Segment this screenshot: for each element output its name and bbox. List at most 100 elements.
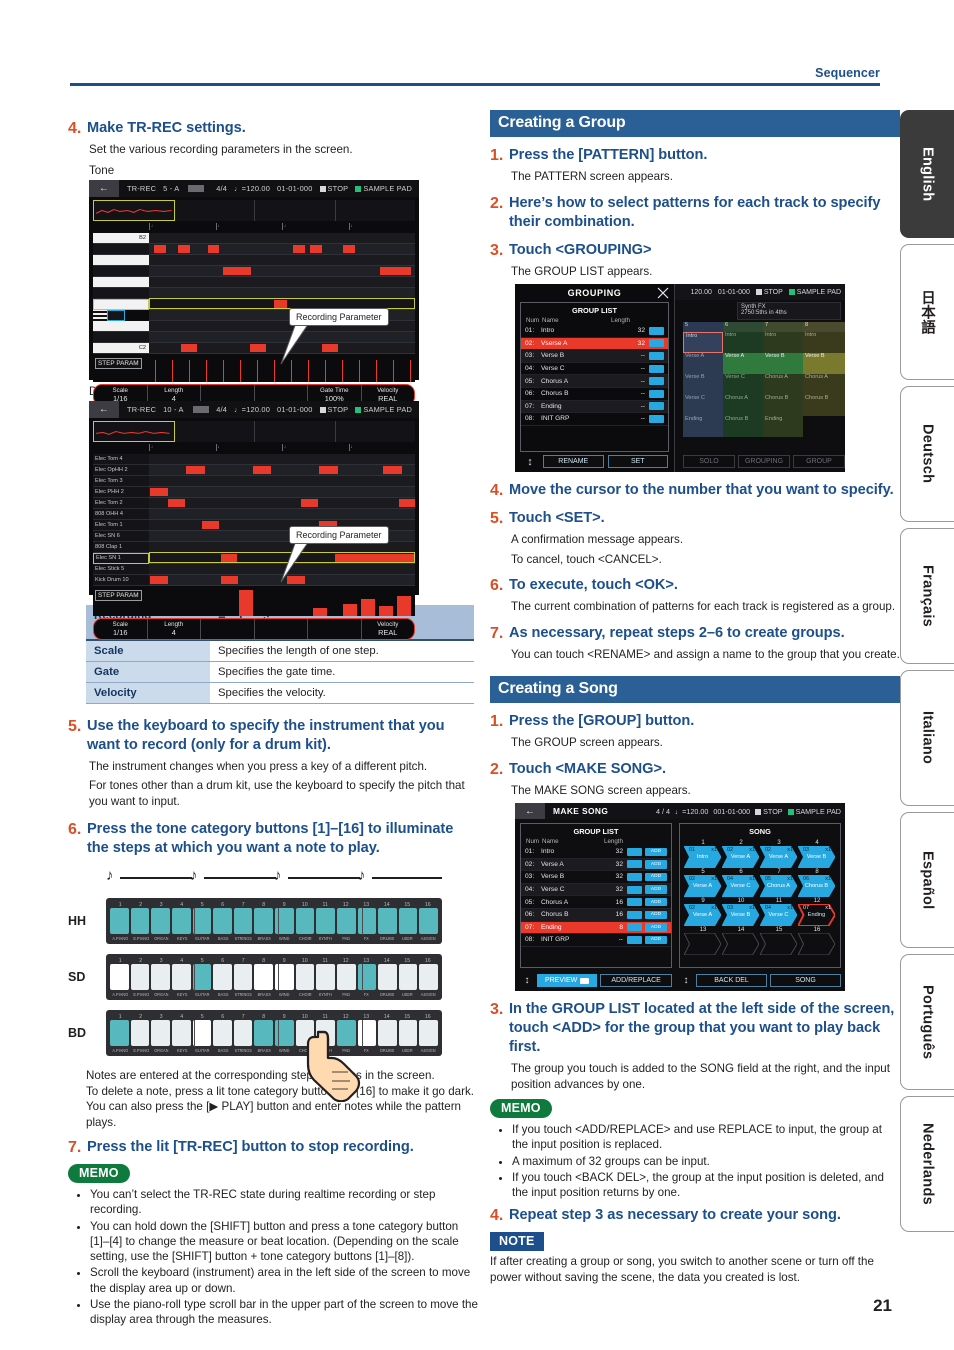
- pad-button-14[interactable]: [378, 964, 397, 990]
- grouping-bg-cell[interactable]: Verse B: [763, 353, 803, 374]
- solo-button[interactable]: SOLO: [683, 455, 735, 468]
- song-slot[interactable]: 07 x1 Ending: [798, 904, 835, 926]
- make-song-row[interactable]: 04: Verse C 32 ADD: [521, 883, 671, 897]
- back-arrow-icon-drum[interactable]: ←: [89, 400, 119, 418]
- grouping-bg-cell[interactable]: Intro: [723, 332, 763, 353]
- pad-button-12[interactable]: [336, 964, 356, 990]
- keyboard-strip[interactable]: B2 C2: [93, 232, 149, 354]
- pad-button-14[interactable]: [378, 1020, 397, 1046]
- pad-button-16[interactable]: [419, 964, 438, 990]
- song-button[interactable]: SONG: [770, 974, 841, 987]
- pad-button-6[interactable]: [213, 964, 232, 990]
- pad-button-15[interactable]: [398, 908, 418, 934]
- grouping-bg-cell[interactable]: Verse A: [683, 353, 723, 374]
- song-slot-row[interactable]: 02 x1 Verse A 03 x1 Verse B 04 x1 Verse C 07 x1 End…: [684, 904, 836, 926]
- speaker-icon[interactable]: [649, 402, 664, 411]
- pad-button-10[interactable]: [295, 964, 315, 990]
- pad-button-2[interactable]: [130, 1020, 150, 1046]
- speaker-icon[interactable]: [627, 923, 642, 932]
- grouping-bg-sample-pad[interactable]: SAMPLE PAD: [788, 288, 841, 296]
- grouping-bg-cell[interactable]: Chorus B: [763, 395, 803, 416]
- pad-panel-sd[interactable]: 1 2 3 4 5 6 7 8 9 10 11 12 13 14 15 16 A.PIANO E.PIANO OR…: [106, 954, 442, 1000]
- make-song-row[interactable]: 06: Chorus B 16 ADD: [521, 908, 671, 922]
- add-button[interactable]: ADD: [645, 897, 667, 907]
- speaker-icon[interactable]: [649, 389, 664, 398]
- make-song-row[interactable]: 01: Intro 32 ADD: [521, 846, 671, 859]
- language-tab-portugues[interactable]: Português: [900, 954, 954, 1090]
- song-slot[interactable]: 03 x1 Verse B: [798, 846, 835, 868]
- grouping-row[interactable]: 05: Chorus A --: [521, 375, 668, 388]
- grouping-row[interactable]: 06: Chorus B --: [521, 388, 668, 401]
- measure-cell-3[interactable]: [255, 199, 336, 221]
- song-slot[interactable]: 02 x1 Verse A: [684, 904, 721, 926]
- add-button[interactable]: ADD: [645, 935, 667, 945]
- song-slot[interactable]: 02 x1 Verse A: [684, 875, 721, 897]
- drum-step-param-button[interactable]: STEP PARAM: [95, 589, 142, 601]
- grouping-bg-cell[interactable]: Intro: [683, 332, 723, 353]
- pad-button-8[interactable]: [254, 908, 273, 934]
- pad-button-11[interactable]: [316, 908, 335, 934]
- updown-arrows-icon-left[interactable]: ↕: [520, 975, 534, 986]
- group-button[interactable]: GROUP: [793, 455, 845, 468]
- step-param-button[interactable]: STEP PARAM: [95, 357, 142, 369]
- song-slot[interactable]: 02 x1 Verse A: [760, 846, 797, 868]
- add-button[interactable]: ADD: [645, 923, 667, 932]
- grouping-bg-track[interactable]: 8 Intro Verse B Chorus A Chorus B: [803, 322, 845, 444]
- speaker-icon[interactable]: [627, 847, 642, 856]
- add-button[interactable]: ADD: [645, 847, 667, 857]
- grouping-bg-cell[interactable]: Verse C: [723, 374, 763, 395]
- pad-button-12[interactable]: [336, 908, 356, 934]
- grouping-bottom-buttons[interactable]: SOLO GROUPING GROUP: [683, 455, 845, 468]
- grouping-row[interactable]: 07: Ending --: [521, 400, 668, 414]
- pad-button-16[interactable]: [419, 908, 438, 934]
- song-slot[interactable]: 04 x1 Verse C: [722, 875, 759, 897]
- grouping-bg-cell-empty[interactable]: [803, 416, 845, 437]
- drum-recording-parameter-strip[interactable]: Scale 1/16 Length 4 Velocity REAL: [93, 617, 415, 640]
- drum-measure-scrollbar[interactable]: [93, 420, 415, 442]
- grouping-row[interactable]: 01: Intro 32: [521, 325, 668, 338]
- drum-param-velocity[interactable]: Velocity REAL: [362, 619, 415, 639]
- speaker-icon[interactable]: [627, 860, 642, 869]
- drum-measure-cell-1[interactable]: [93, 420, 175, 442]
- back-arrow-icon[interactable]: ←: [89, 179, 119, 197]
- make-song-row[interactable]: 03: Verse B 32 ADD: [521, 871, 671, 884]
- language-tab-nederlands[interactable]: Nederlands: [900, 1096, 954, 1232]
- grouping-bg-cell[interactable]: Verse B: [803, 353, 845, 374]
- drum-inst-7[interactable]: Elec SN 6: [93, 530, 149, 542]
- pad-button-7[interactable]: [233, 1020, 253, 1046]
- language-tab-english[interactable]: English: [900, 110, 954, 238]
- drum-param-scale[interactable]: Scale 1/16: [94, 618, 148, 639]
- pad-buttons-hh[interactable]: [110, 908, 438, 934]
- measure-cell-1[interactable]: [93, 199, 175, 221]
- make-song-rows[interactable]: 01: Intro 32 ADD 02: Verse A 32 ADD 03: Verse B…: [521, 846, 671, 947]
- pad-button-2[interactable]: [130, 964, 150, 990]
- drum-param-empty-1[interactable]: [201, 618, 255, 639]
- drum-inst-6[interactable]: Elec Tom 1: [93, 519, 149, 531]
- drum-inst-2[interactable]: Elec Tom 3: [93, 475, 149, 487]
- pad-button-3[interactable]: [151, 964, 170, 990]
- drum-sample-pad[interactable]: SAMPLE PAD: [355, 405, 412, 414]
- pad-button-1[interactable]: [110, 908, 129, 934]
- drum-velocity-lane[interactable]: STEP PARAM: [93, 587, 415, 616]
- grouping-bg-cell[interactable]: Verse B: [683, 374, 723, 395]
- song-slot-grid[interactable]: 1 2 3 4 01 x1 Intro 02 x1 Verse A 02 x1 Verse A 03 x1 V…: [680, 838, 840, 958]
- close-icon[interactable]: [657, 287, 669, 299]
- make-song-row-selected[interactable]: 07: Ending 8 ADD: [521, 921, 671, 935]
- pad-button-1[interactable]: [110, 1020, 129, 1046]
- pad-button-2[interactable]: [130, 908, 150, 934]
- drum-inst-10[interactable]: Elec Stick 5: [93, 563, 149, 575]
- pad-button-16[interactable]: [419, 1020, 438, 1046]
- rename-button[interactable]: RENAME: [543, 455, 604, 468]
- add-button[interactable]: ADD: [645, 860, 667, 869]
- preview-button[interactable]: PREVIEW: [537, 974, 598, 987]
- pad-button-3[interactable]: [151, 1020, 170, 1046]
- song-slot[interactable]: 05 x1 Chorus A: [760, 875, 797, 897]
- grouping-bg-cell[interactable]: Ending: [763, 416, 803, 437]
- pad-button-15[interactable]: [398, 964, 418, 990]
- grouping-bg-cell[interactable]: Chorus B: [803, 395, 845, 416]
- grouping-bg-cell[interactable]: Verse C: [683, 395, 723, 416]
- pad-button-10[interactable]: [295, 908, 315, 934]
- measure-cell-2[interactable]: [175, 199, 255, 221]
- tone-velocity-lane[interactable]: STEP PARAM: [93, 355, 415, 382]
- grouping-bg-cell[interactable]: Chorus A: [763, 374, 803, 395]
